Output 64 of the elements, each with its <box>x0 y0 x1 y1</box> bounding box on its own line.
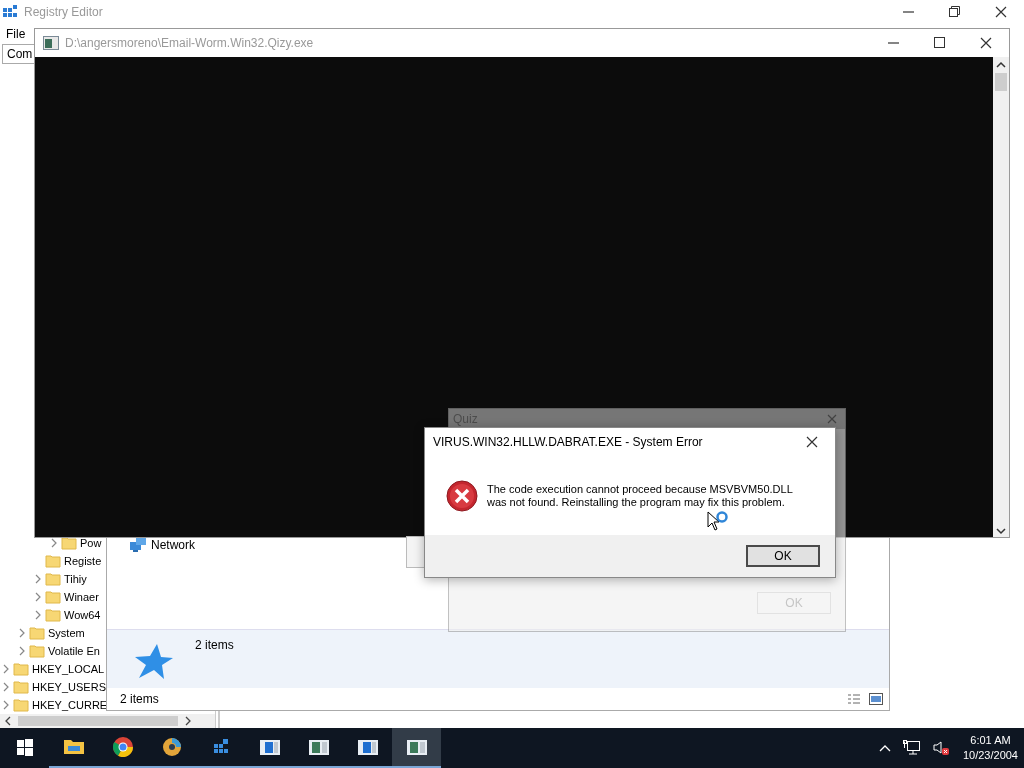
clock-time: 6:01 AM <box>970 733 1011 748</box>
folder-icon <box>29 643 45 659</box>
registry-cubes-icon <box>2 4 18 20</box>
browser-icon <box>112 737 133 757</box>
folder-icon <box>13 661 29 677</box>
app-window-icon <box>308 737 329 757</box>
tree-item[interactable]: HKEY_LOCAL <box>0 660 105 678</box>
close-icon <box>980 37 992 49</box>
tree-item[interactable]: Wow64 <box>0 606 101 624</box>
star-icon <box>133 642 173 680</box>
tree-item[interactable]: Registe <box>0 552 102 570</box>
dialog-title: VIRUS.WIN32.HLLW.DABRAT.EXE - System Error <box>433 435 703 449</box>
busy-cursor-icon <box>707 511 731 533</box>
folder-icon <box>29 625 45 641</box>
scroll-right-icon <box>184 716 192 726</box>
network-icon[interactable] <box>902 740 921 756</box>
scroll-left-icon <box>4 716 12 726</box>
folder-icon <box>45 553 61 569</box>
tree-item[interactable]: Pow <box>0 534 102 552</box>
folder-icon <box>61 535 77 551</box>
network-item[interactable]: Network <box>129 537 195 553</box>
clock[interactable]: 6:01 AM 10/23/2004 <box>954 733 1024 763</box>
horizontal-scrollbar[interactable] <box>0 714 215 728</box>
ok-button[interactable]: OK <box>746 545 820 567</box>
vertical-scrollbar[interactable] <box>993 57 1009 537</box>
folder-icon <box>45 571 61 587</box>
console-icon <box>43 36 59 50</box>
address-text: Com <box>7 47 33 61</box>
scrollbar-thumb[interactable] <box>18 716 178 726</box>
tree-item[interactable]: Winaer <box>0 588 99 606</box>
clock-date: 10/23/2004 <box>962 748 1018 763</box>
restore-icon <box>949 6 961 18</box>
window-title: D:\angersmoreno\Email-Worm.Win32.Qizy.exe <box>65 36 314 50</box>
item-count: 2 items <box>195 638 234 652</box>
scrollbar-thumb[interactable] <box>995 73 1007 91</box>
app-window-icon <box>406 737 427 757</box>
app-window-icon <box>259 737 280 757</box>
close-icon <box>806 436 818 448</box>
tree-item[interactable]: Tihiy <box>0 570 87 588</box>
taskbar-button[interactable] <box>392 728 441 768</box>
error-message: The code execution cannot proceed because MSVBVM50.DLL was not found. Reinstalling the program may fix this problem. <box>487 482 793 509</box>
close-icon <box>995 6 1007 18</box>
tree-item[interactable]: HKEY_CURRE <box>0 696 108 714</box>
status-text: 2 items <box>120 692 159 706</box>
tree-item[interactable]: System <box>0 624 85 642</box>
window-title: Registry Editor <box>24 5 103 19</box>
maximize-icon <box>934 37 946 49</box>
menu-item[interactable]: File <box>6 27 26 41</box>
app-window-icon <box>357 737 378 757</box>
error-icon <box>446 479 478 512</box>
scroll-up-icon <box>996 61 1006 69</box>
windows-logo-icon <box>14 737 35 757</box>
folder-icon <box>13 679 29 695</box>
folder-icon <box>63 737 84 757</box>
folder-icon <box>45 589 61 605</box>
folder-icon <box>45 607 61 623</box>
tiles-view-icon[interactable] <box>869 693 883 705</box>
tree-item[interactable]: HKEY_USERS <box>0 678 106 696</box>
disc-icon <box>161 737 182 757</box>
tree-item[interactable]: Volatile En <box>0 642 100 660</box>
muted-speaker-icon[interactable] <box>932 740 949 756</box>
chevron-up-icon[interactable] <box>878 744 891 752</box>
network-icon <box>129 537 147 553</box>
scroll-down-icon <box>996 527 1006 535</box>
